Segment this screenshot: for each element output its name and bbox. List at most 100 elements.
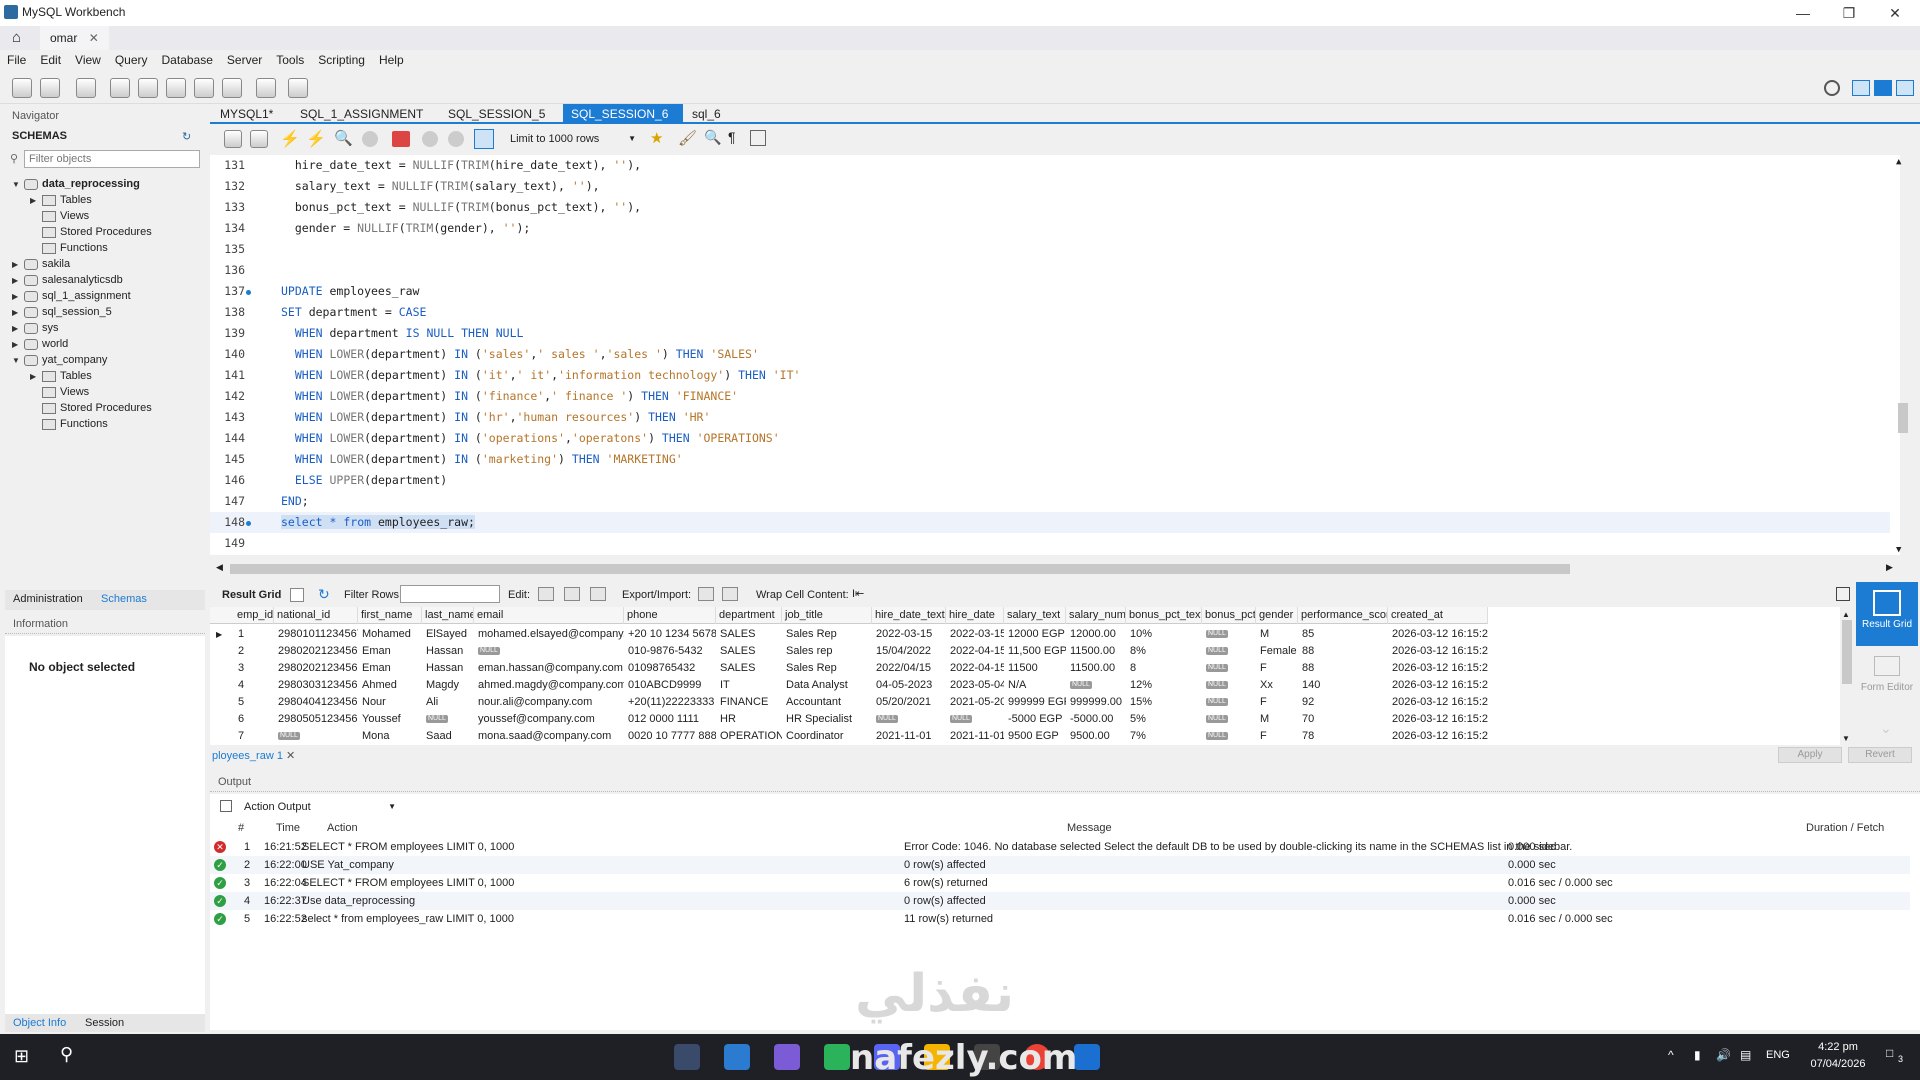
- form-editor-button[interactable]: Form Editor: [1856, 656, 1918, 712]
- table-cell[interactable]: Ahmed: [362, 677, 422, 694]
- result-grid-side-button[interactable]: Result Grid: [1856, 582, 1918, 646]
- column-header[interactable]: first_name: [358, 607, 422, 624]
- table-cell[interactable]: 15%: [1130, 694, 1202, 711]
- column-header[interactable]: emp_id: [234, 607, 274, 624]
- stop-icon[interactable]: [362, 131, 378, 147]
- table-cell[interactable]: 9500.00: [1070, 728, 1126, 745]
- tree-item[interactable]: ▶ salesanalyticsdb: [12, 272, 123, 288]
- table-cell[interactable]: Mona: [362, 728, 422, 745]
- chevron-right-icon[interactable]: ▶: [12, 305, 24, 321]
- chevron-right-icon[interactable]: ▶: [12, 257, 24, 273]
- invisible-chars-icon[interactable]: ¶: [728, 129, 736, 145]
- table-cell[interactable]: N/A: [1008, 677, 1066, 694]
- code-line[interactable]: 145 WHEN LOWER(department) IN ('marketin…: [210, 449, 1890, 470]
- table-row[interactable]: 5 29804041234567 Nour Ali nour.ali@company.c…: [210, 694, 1488, 711]
- table-cell[interactable]: SALES: [720, 660, 782, 677]
- delete-row-icon[interactable]: [590, 587, 606, 601]
- output-row[interactable]: ✓ 2 16:22:00 USE Yat_company 0 row(s) affect…: [210, 856, 1910, 874]
- table-cell[interactable]: 29802021234567: [278, 660, 358, 677]
- table-cell[interactable]: SALES: [720, 626, 782, 643]
- create-function-icon[interactable]: [222, 78, 242, 98]
- table-cell[interactable]: eman.hassan@company.com: [478, 660, 624, 677]
- table-cell[interactable]: HR Specialist: [786, 711, 872, 728]
- table-cell[interactable]: NULL: [478, 643, 624, 660]
- table-cell[interactable]: 11500.00: [1070, 643, 1126, 660]
- table-cell[interactable]: HR: [720, 711, 782, 728]
- chevron-right-icon[interactable]: ▶: [12, 321, 24, 337]
- code-line[interactable]: 139 WHEN department IS NULL THEN NULL: [210, 323, 1890, 344]
- table-cell[interactable]: IT: [720, 677, 782, 694]
- table-cell[interactable]: NULL: [1206, 643, 1256, 660]
- tab-session[interactable]: Session: [85, 1017, 124, 1029]
- table-row[interactable]: 7 NULL Mona Saad mona.saad@company.com 0020 1…: [210, 728, 1488, 745]
- table-row[interactable]: 4 29803031234567 Ahmed Magdy ahmed.magdy@com…: [210, 677, 1488, 694]
- table-cell[interactable]: -5000.00: [1070, 711, 1126, 728]
- create-view-icon[interactable]: [166, 78, 186, 98]
- result-tab[interactable]: ployees_raw 1 ✕: [212, 749, 295, 762]
- table-cell[interactable]: Magdy: [426, 677, 474, 694]
- table-cell[interactable]: 10%: [1130, 626, 1202, 643]
- tab-sql-session-6[interactable]: SQL_SESSION_6 ✕: [563, 104, 683, 141]
- reconnect-icon[interactable]: [288, 78, 308, 98]
- column-header[interactable]: phone: [624, 607, 716, 624]
- table-cell[interactable]: 999999 EGP: [1008, 694, 1066, 711]
- table-cell[interactable]: 8%: [1130, 643, 1202, 660]
- table-cell[interactable]: Eman: [362, 660, 422, 677]
- table-cell[interactable]: +20 10 1234 5678: [628, 626, 716, 643]
- table-cell[interactable]: 2022-03-15: [876, 626, 946, 643]
- create-procedure-icon[interactable]: [194, 78, 214, 98]
- table-cell[interactable]: 5: [238, 694, 274, 711]
- table-cell[interactable]: 29802021234567: [278, 643, 358, 660]
- table-cell[interactable]: Youssef: [362, 711, 422, 728]
- column-header[interactable]: salary_text: [1004, 607, 1066, 624]
- table-cell[interactable]: NULL: [426, 711, 474, 728]
- execute-current-icon[interactable]: ⚡: [306, 129, 326, 149]
- table-cell[interactable]: 2022-03-15: [950, 626, 1004, 643]
- chevron-right-icon[interactable]: ▶: [12, 337, 24, 353]
- chevron-down-icon[interactable]: ▼: [12, 177, 24, 193]
- table-cell[interactable]: 92: [1302, 694, 1388, 711]
- table-cell[interactable]: 2: [238, 643, 274, 660]
- code-line[interactable]: 138 SET department = CASE: [210, 302, 1890, 323]
- table-cell[interactable]: 7: [238, 728, 274, 745]
- tab-administration[interactable]: Administration: [13, 593, 83, 605]
- word-wrap-icon[interactable]: [750, 130, 766, 146]
- app-taskbar-icon[interactable]: [774, 1044, 800, 1070]
- table-cell[interactable]: 0020 10 7777 8888: [628, 728, 716, 745]
- chevron-right-icon[interactable]: ▶: [12, 273, 24, 289]
- tree-item[interactable]: Stored Procedures: [30, 400, 152, 416]
- chevron-right-icon[interactable]: ▶: [30, 369, 42, 385]
- restore-button[interactable]: ❐: [1826, 0, 1872, 26]
- mysql-workbench-taskbar-icon[interactable]: [674, 1044, 700, 1070]
- search-icon[interactable]: ⚲: [60, 1044, 73, 1065]
- menu-scripting[interactable]: Scripting: [311, 50, 372, 70]
- table-cell[interactable]: Nour: [362, 694, 422, 711]
- vertical-scrollbar[interactable]: [1898, 403, 1908, 433]
- table-cell[interactable]: Coordinator: [786, 728, 872, 745]
- code-line[interactable]: 132 salary_text = NULLIF(TRIM(salary_tex…: [210, 176, 1890, 197]
- grid-icon[interactable]: [290, 588, 304, 602]
- code-line[interactable]: 141 WHEN LOWER(department) IN ('it',' it…: [210, 365, 1890, 386]
- table-cell[interactable]: 3: [238, 660, 274, 677]
- menu-view[interactable]: View: [68, 50, 108, 70]
- table-cell[interactable]: 2026-03-12 16:15:28: [1392, 694, 1488, 711]
- table-cell[interactable]: 15/04/2022: [876, 643, 946, 660]
- menu-database[interactable]: Database: [155, 50, 220, 70]
- toggle-panel-icon[interactable]: [1836, 587, 1850, 601]
- find-icon[interactable]: 🔍: [704, 129, 721, 146]
- grid-scroll-up-icon[interactable]: ▲: [1842, 610, 1850, 619]
- execute-icon[interactable]: ⚡: [280, 129, 300, 149]
- refresh-icon[interactable]: ↻: [182, 130, 191, 143]
- table-cell[interactable]: +20(11)22223333: [628, 694, 716, 711]
- table-cell[interactable]: 11,500 EGP: [1008, 643, 1066, 660]
- table-cell[interactable]: OPERATIONS: [720, 728, 782, 745]
- commit-icon[interactable]: [422, 131, 438, 147]
- table-row[interactable]: 6 29805051234567 Youssef NULL youssef@compan…: [210, 711, 1488, 728]
- add-snippet-icon[interactable]: ★: [650, 129, 663, 147]
- tree-item[interactable]: ▶ sql_1_assignment: [12, 288, 131, 304]
- column-header[interactable]: job_title: [782, 607, 872, 624]
- tree-item[interactable]: Stored Procedures: [30, 224, 152, 240]
- table-cell[interactable]: NULL: [1070, 677, 1126, 694]
- table-cell[interactable]: Ali: [426, 694, 474, 711]
- table-cell[interactable]: 05/20/2021: [876, 694, 946, 711]
